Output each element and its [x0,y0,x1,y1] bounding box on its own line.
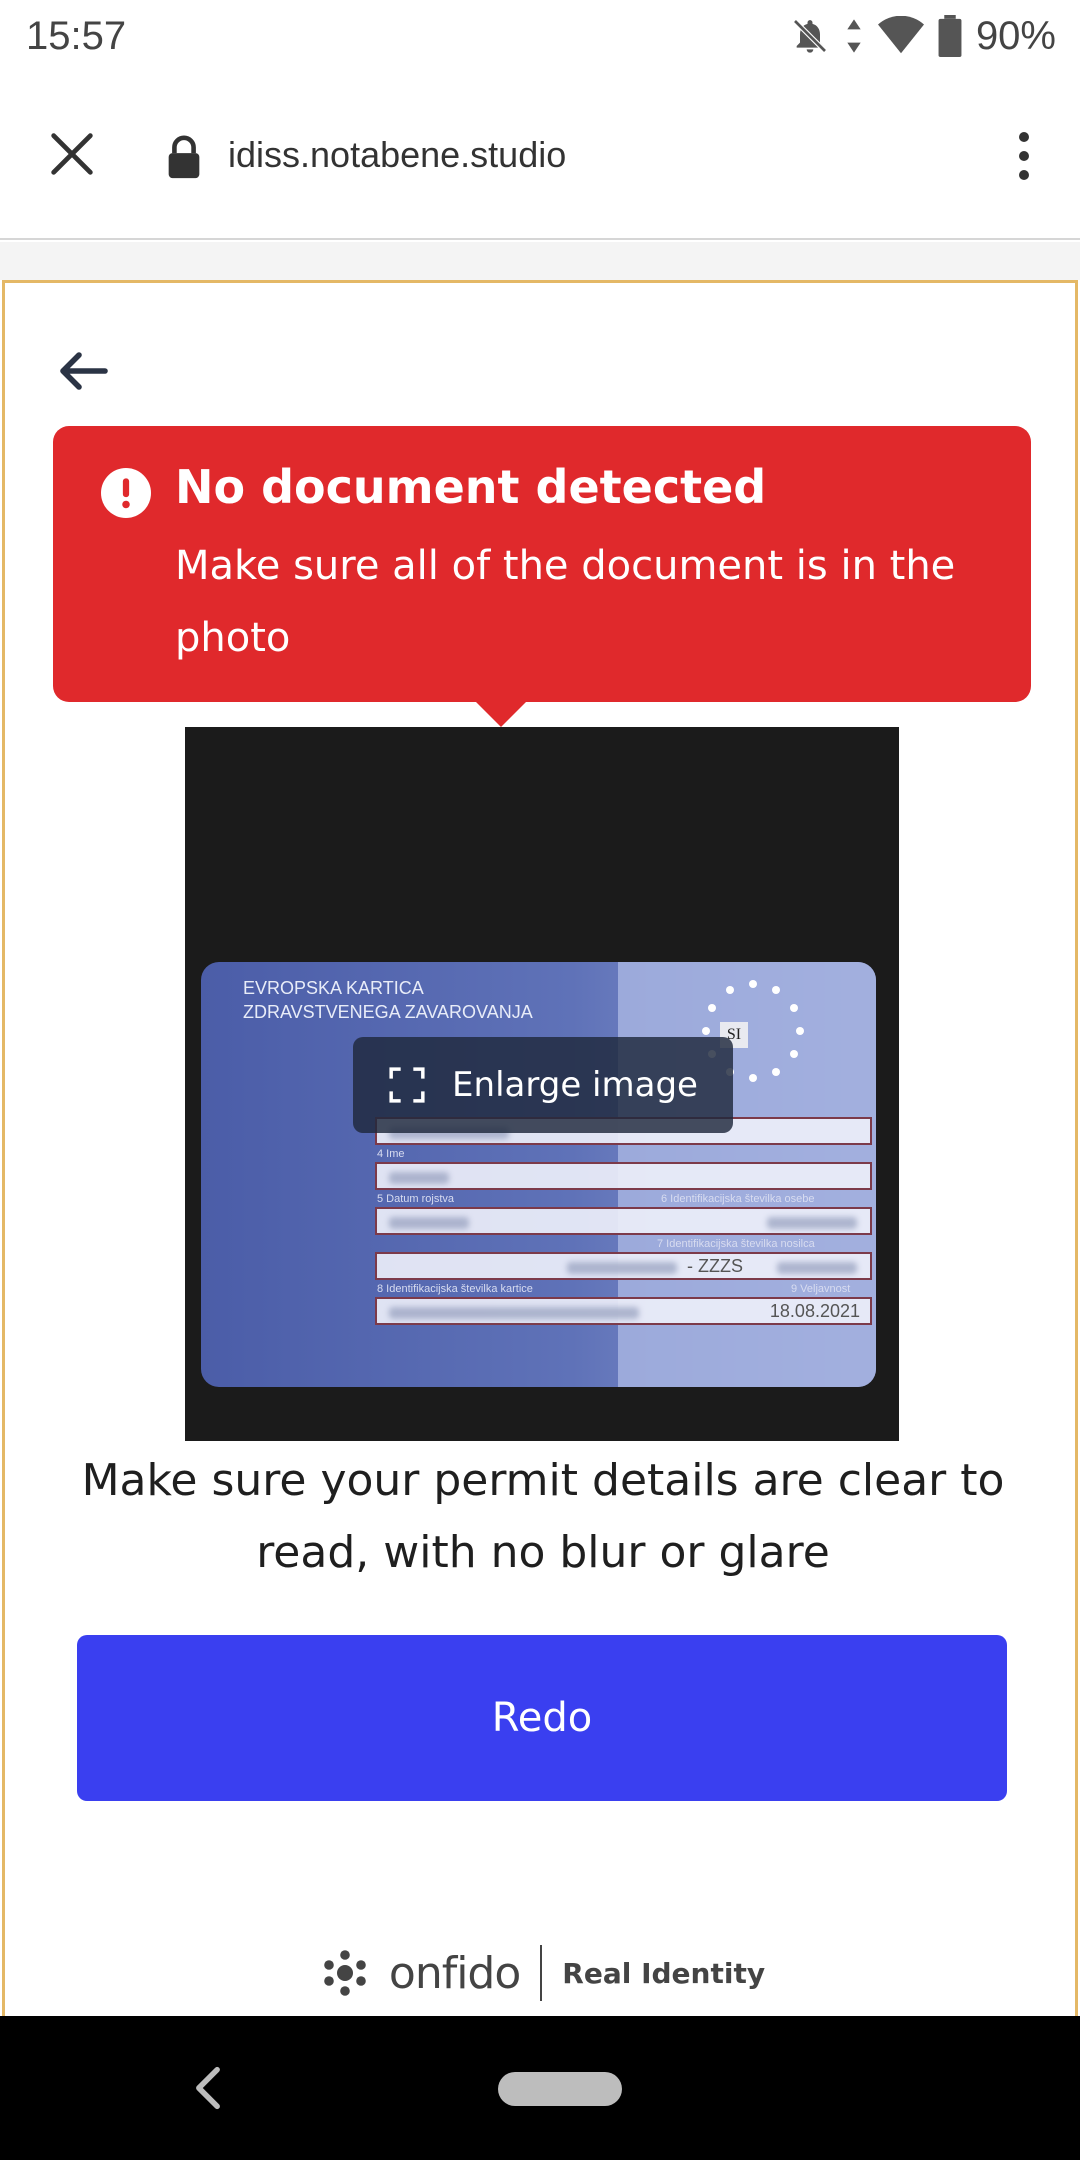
field-label: 4 Ime [377,1148,405,1160]
enlarge-image-label: Enlarge image [452,1065,698,1105]
instruction-text: Make sure your permit details are clear … [81,1455,1005,1578]
card-field [375,1162,872,1190]
exclamation-icon [101,468,151,518]
system-navigation-bar [0,2016,1080,2160]
health-insurance-card: EVROPSKA KARTICA ZDRAVSTVENEGA ZAVAROVAN… [201,962,876,1387]
verification-panel: No document detected Make sure all of th… [2,280,1078,2016]
data-arrows-icon [847,19,861,53]
browser-toolbar: idiss.notabene.studio [0,72,1080,240]
url-text[interactable]: idiss.notabene.studio [228,134,566,176]
brand-tagline: Real Identity [562,1956,766,1990]
enlarge-image-button[interactable]: Enlarge image [353,1037,733,1133]
lock-icon [168,135,200,179]
redo-button[interactable]: Redo [77,1635,1007,1801]
page-background [0,242,1080,280]
onfido-logo-icon [324,1950,366,1996]
status-icons: 90% [790,12,1056,60]
alert-title: No document detected [175,460,767,514]
footer-divider [540,1945,543,2001]
close-button[interactable] [40,122,104,186]
wifi-icon [877,16,924,54]
status-bar: 15:57 90% [0,0,1080,72]
brand-name: onfido [388,1947,521,1999]
card-header-line: EVROPSKA KARTICA [243,978,424,998]
expand-icon [389,1067,425,1103]
card-header: EVROPSKA KARTICA ZDRAVSTVENEGA ZAVAROVAN… [243,976,533,1024]
field-label: 7 Identifikacijska številka nosilca [657,1238,815,1250]
status-time: 15:57 [26,14,127,58]
document-photo[interactable]: EVROPSKA KARTICA ZDRAVSTVENEGA ZAVAROVAN… [185,727,899,1441]
close-icon [51,133,93,175]
alert-pointer [475,701,527,727]
field-label: 6 Identifikacijska številka osebe [661,1193,815,1205]
nav-back-icon[interactable] [190,2066,226,2110]
footer-branding: onfido Real Identity [5,1933,1080,2013]
more-options-button[interactable] [1002,126,1046,186]
notifications-off-icon [793,19,827,53]
expiry-date: 18.08.2021 [769,1301,860,1321]
field-label: 8 Identifikacijska številka kartice [377,1283,533,1295]
field-label: 9 Veljavnost [791,1283,851,1295]
error-alert: No document detected Make sure all of th… [53,426,1031,702]
card-field: - ZZZS [375,1252,872,1280]
alert-message: Make sure all of the document is in the … [175,543,956,661]
more-vert-icon [1019,132,1029,142]
card-field: 18.08.2021 [375,1297,872,1325]
arrow-left-icon [60,352,108,390]
field-label: 5 Datum rojstva [377,1193,455,1205]
home-pill[interactable] [498,2072,622,2106]
battery-icon [938,15,962,57]
holder-code: - ZZZS [687,1256,743,1276]
card-field [375,1207,872,1235]
back-button[interactable] [51,339,115,403]
battery-percentage: 90% [975,13,1056,58]
card-header-line: ZDRAVSTVENEGA ZAVAROVANJA [243,1002,533,1022]
